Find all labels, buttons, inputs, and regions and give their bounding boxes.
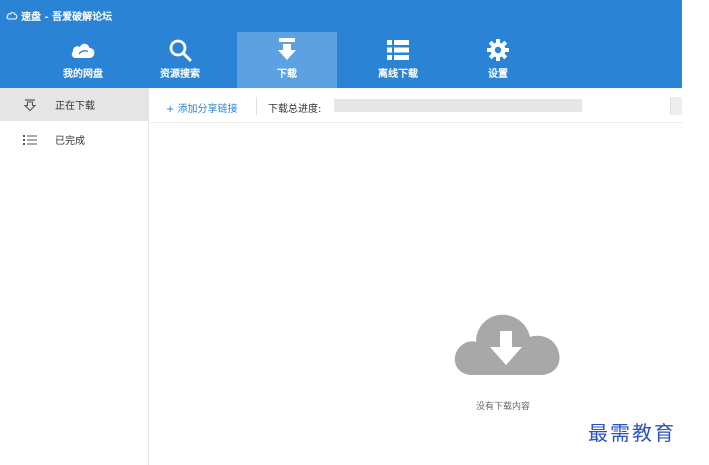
total-progress-bar	[334, 99, 582, 112]
download-icon	[274, 37, 300, 63]
nav-item-label: 下载	[277, 69, 297, 80]
search-icon	[167, 37, 193, 63]
empty-message: 没有下载内容	[476, 402, 531, 412]
watermark-text: 最需教育	[588, 421, 676, 445]
sidebar: 正在下载 已完成	[0, 88, 149, 465]
nav-item-offline-download[interactable]: 离线下载	[348, 32, 448, 88]
add-share-link-button[interactable]: + 添加分享链接	[166, 100, 238, 115]
sidebar-item-label: 正在下载	[55, 101, 95, 112]
list-icon	[385, 37, 411, 63]
sidebar-item-label: 已完成	[55, 136, 85, 147]
download-list-area: 没有下载内容	[150, 124, 682, 465]
window-title: 速盘 - 吾爱破解论坛	[21, 11, 113, 23]
toolbar-end-button[interactable]	[670, 97, 682, 115]
nav-item-label: 设置	[488, 69, 508, 80]
nav-item-settings[interactable]: 设置	[448, 32, 548, 88]
nav-item-download[interactable]: 下载	[237, 32, 337, 88]
header-bar: 速盘 - 吾爱破解论坛 我的网盘 资源搜索 下载 离线下载 设置	[0, 0, 682, 88]
sidebar-item-completed[interactable]: 已完成	[0, 123, 148, 156]
download-toolbar: + 添加分享链接 下载总进度:	[150, 88, 682, 123]
gear-icon	[485, 37, 511, 63]
cloud-icon	[70, 37, 96, 63]
nav-item-label: 离线下载	[378, 69, 418, 80]
downloading-icon	[23, 98, 37, 112]
title-bar: 速盘 - 吾爱破解论坛	[6, 8, 113, 23]
nav-item-resource-search[interactable]: 资源搜索	[130, 32, 230, 88]
app-window: 速盘 - 吾爱破解论坛 我的网盘 资源搜索 下载 离线下载 设置 正在下载 已完…	[0, 0, 682, 465]
nav-item-label: 资源搜索	[160, 69, 200, 80]
completed-list-icon	[23, 133, 37, 147]
toolbar-divider	[256, 97, 257, 115]
app-logo-icon	[6, 11, 18, 19]
main-nav: 我的网盘 资源搜索 下载 离线下载 设置	[0, 32, 682, 88]
empty-cloud-download-icon	[454, 314, 560, 375]
total-progress-label: 下载总进度:	[268, 104, 322, 115]
nav-item-my-disk[interactable]: 我的网盘	[33, 32, 133, 88]
sidebar-item-downloading[interactable]: 正在下载	[0, 88, 148, 121]
nav-item-label: 我的网盘	[63, 69, 103, 80]
